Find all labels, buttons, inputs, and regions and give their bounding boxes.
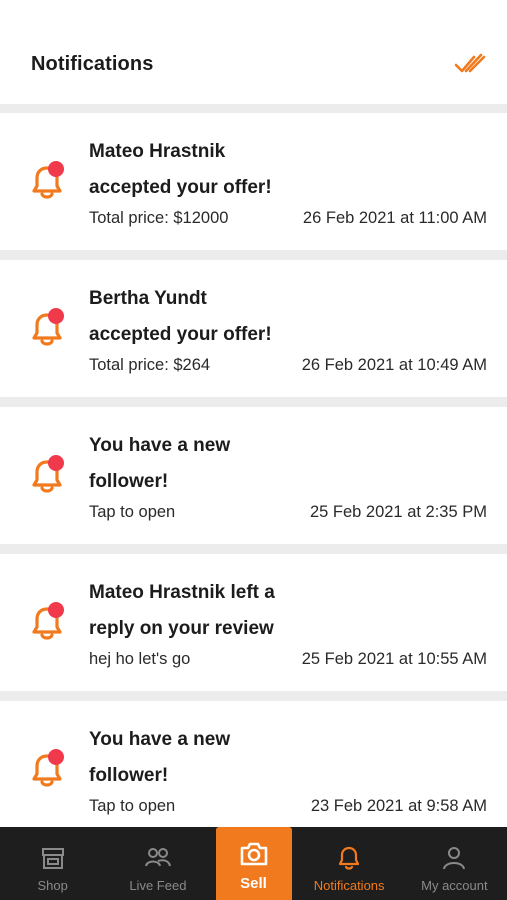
notification-item[interactable]: Bertha Yundt accepted your offer! Total … [0, 260, 507, 397]
notification-title-cont: follower! [89, 765, 169, 786]
tab-label: Shop [37, 878, 68, 893]
notification-title: You have a new [89, 729, 231, 750]
people-icon [144, 848, 171, 867]
notification-item[interactable]: You have a new follower! Tap to open 23 … [0, 701, 507, 838]
notification-date: 26 Feb 2021 at 11:00 AM [302, 209, 487, 227]
notification-title-cont: follower! [89, 471, 169, 492]
bell-icon [339, 846, 360, 870]
mark-all-read-button[interactable] [454, 51, 486, 79]
notifications-screen: Notifications Mateo Hrastnik accepted yo… [0, 0, 507, 900]
notification-item[interactable]: Mateo Hrastnik left a reply on your revi… [0, 554, 507, 691]
notification-subtitle: Total price: $12000 [89, 209, 229, 227]
notification-subtitle: Tap to open [89, 797, 176, 815]
notification-title: Mateo Hrastnik left a [89, 582, 275, 603]
store-icon [41, 848, 64, 869]
notification-date: 25 Feb 2021 at 10:55 AM [301, 650, 487, 668]
notification-title: Bertha Yundt [89, 288, 207, 309]
notification-subtitle: Total price: $264 [89, 356, 211, 374]
tab-my-account[interactable]: My account [402, 827, 507, 900]
bell-badge-icon [32, 455, 64, 493]
tab-shop[interactable]: Shop [0, 827, 105, 900]
tab-notifications[interactable]: Notifications [297, 827, 402, 900]
tab-sell[interactable]: Sell [215, 827, 292, 900]
camera-icon [240, 842, 267, 866]
bell-badge-icon [32, 749, 64, 787]
header: Notifications [0, 0, 507, 104]
tab-label: Sell [240, 875, 267, 892]
notification-subtitle: Tap to open [89, 503, 176, 521]
notification-date: 26 Feb 2021 at 10:49 AM [301, 356, 487, 374]
person-icon [443, 847, 466, 870]
notification-title: You have a new [89, 435, 231, 456]
bell-badge-icon [32, 308, 64, 346]
tab-label: Live Feed [129, 878, 187, 893]
double-check-icon [454, 53, 486, 73]
bell-badge-icon [32, 602, 64, 640]
bell-badge-icon [32, 161, 64, 199]
notification-title: Mateo Hrastnik [89, 141, 226, 162]
page-title: Notifications [31, 53, 154, 75]
bottom-tab-bar: Shop Live Feed Sell Notifications My acc… [0, 827, 507, 900]
tab-label: Notifications [313, 878, 385, 893]
tab-live-feed[interactable]: Live Feed [105, 827, 210, 900]
notification-subtitle: hej ho let's go [89, 650, 191, 668]
notification-title-cont: reply on your review [89, 618, 274, 639]
tab-label: My account [421, 878, 488, 893]
notification-list: Mateo Hrastnik accepted your offer! Tota… [0, 113, 507, 848]
notification-item[interactable]: Mateo Hrastnik accepted your offer! Tota… [0, 113, 507, 250]
notification-title-cont: accepted your offer! [89, 324, 272, 345]
notification-date: 25 Feb 2021 at 2:35 PM [309, 503, 487, 521]
notification-title-cont: accepted your offer! [89, 177, 272, 198]
notification-item[interactable]: You have a new follower! Tap to open 25 … [0, 407, 507, 544]
notification-date: 23 Feb 2021 at 9:58 AM [310, 797, 487, 815]
